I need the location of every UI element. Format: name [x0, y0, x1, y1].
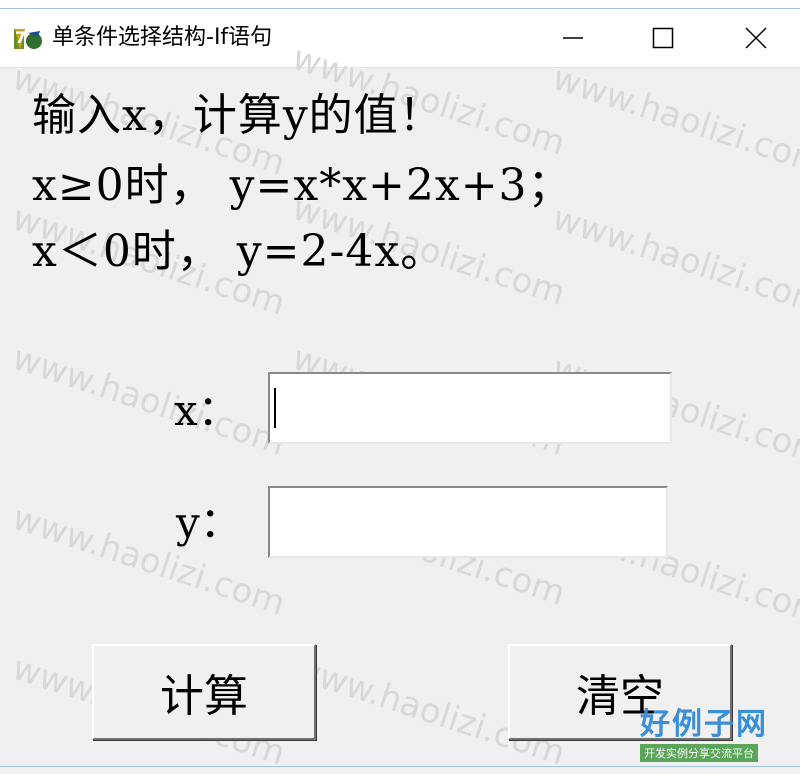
minimize-button[interactable] — [550, 9, 596, 67]
svg-text:7: 7 — [15, 28, 26, 47]
title-bar[interactable]: 7 单条件选择结构-If语句 — [0, 9, 800, 68]
text-caret — [274, 388, 276, 428]
calculate-button[interactable]: 计算 — [92, 644, 316, 740]
prompt-line-2: x≥0时， y=x*x+2x+3； — [32, 160, 573, 211]
y-output-field[interactable] — [268, 486, 668, 558]
maximize-button[interactable] — [640, 9, 686, 67]
close-button[interactable] — [733, 9, 779, 67]
x-label: x： — [174, 386, 240, 435]
prompt-line-3: x＜0时， y=2-4x。 — [32, 226, 446, 277]
x-input[interactable] — [268, 372, 672, 444]
maximize-icon — [652, 27, 674, 49]
prompt-line-1: 输入x，计算y的值！ — [32, 90, 444, 141]
watermark-text: www.haolizi.com — [7, 338, 291, 464]
watermark-text: www.haolizi.com — [7, 498, 291, 624]
window-title: 单条件选择结构-If语句 — [52, 25, 273, 50]
client-area: www.haolizi.com www.haolizi.com www.haol… — [0, 38, 800, 774]
clear-button[interactable]: 清空 — [508, 644, 732, 740]
minimize-icon — [563, 37, 583, 39]
watermark-text: www.haolizi.com — [547, 198, 800, 324]
close-icon — [745, 27, 767, 49]
y-label: y： — [176, 498, 242, 547]
window-top-border — [0, 0, 800, 9]
watermark-text: www.haolizi.com — [547, 58, 800, 184]
app-icon: 7 — [14, 28, 42, 51]
